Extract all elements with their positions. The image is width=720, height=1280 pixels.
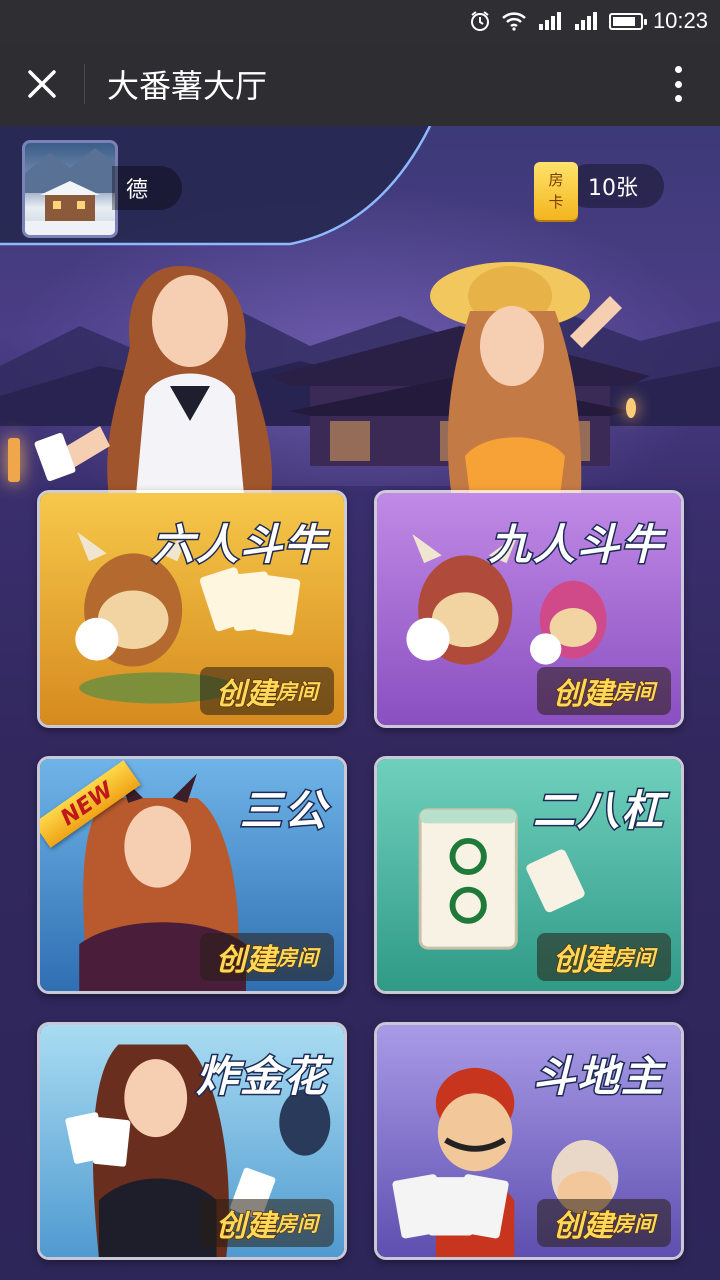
battery-icon xyxy=(608,12,647,30)
room-card-count: 10张 xyxy=(566,164,664,208)
lantern-decoration xyxy=(8,438,20,482)
alarm-icon xyxy=(469,9,491,33)
status-bar: 10:23 xyxy=(0,0,720,42)
game-tile-sangong[interactable]: NEW 三公 创建 房间 xyxy=(37,756,347,994)
game-name: 九人斗牛 xyxy=(487,519,665,571)
more-vertical-icon xyxy=(674,66,682,73)
signal-icon xyxy=(573,9,599,33)
game-tile-six-bull[interactable]: 六人斗牛 创建 房间 xyxy=(37,490,347,728)
more-button[interactable] xyxy=(660,64,696,104)
create-room-button[interactable]: 创建 房间 xyxy=(537,933,671,981)
game-tile-erbagang[interactable]: 二八杠 创建 房间 xyxy=(374,756,684,994)
clock: 10:23 xyxy=(652,8,708,33)
close-button[interactable] xyxy=(0,42,84,126)
game-tile-zhajinhua[interactable]: 炸金花 创建 房间 xyxy=(37,1022,347,1260)
create-room-button[interactable]: 创建 房间 xyxy=(200,667,334,715)
create-room-button[interactable]: 创建 房间 xyxy=(537,667,671,715)
create-room-button[interactable]: 创建 房间 xyxy=(200,1199,334,1247)
game-name: 炸金花 xyxy=(194,1051,328,1103)
wifi-icon xyxy=(501,9,527,33)
game-name: 六人斗牛 xyxy=(150,519,328,571)
game-name: 二八杠 xyxy=(531,785,665,837)
game-tile-doudizhu[interactable]: 斗地主 创建 房间 xyxy=(374,1022,684,1260)
title-bar: 大番薯大厅 xyxy=(0,42,720,126)
hostess-right-illustration xyxy=(430,262,622,516)
create-room-button[interactable]: 创建 房间 xyxy=(537,1199,671,1247)
avatar-image xyxy=(25,148,115,235)
game-tile-nine-bull[interactable]: 九人斗牛 创建 房间 xyxy=(374,490,684,728)
hostess-left-illustration xyxy=(34,266,273,506)
room-card-icon: 房 卡 xyxy=(534,162,578,220)
create-room-button[interactable]: 创建 房间 xyxy=(200,933,334,981)
player-nickname: 德 xyxy=(112,166,182,210)
game-lobby: 德 10张 房 卡 六人斗牛 创建 房间 九人斗牛 创建 房间 NEW 三公 创… xyxy=(0,126,720,1280)
game-name: 三公 xyxy=(238,785,328,837)
title-divider xyxy=(84,64,85,104)
signal-icon xyxy=(537,9,563,33)
game-name: 斗地主 xyxy=(531,1051,665,1103)
close-icon xyxy=(28,70,56,98)
avatar[interactable] xyxy=(22,140,118,238)
page-title: 大番薯大厅 xyxy=(107,67,268,105)
